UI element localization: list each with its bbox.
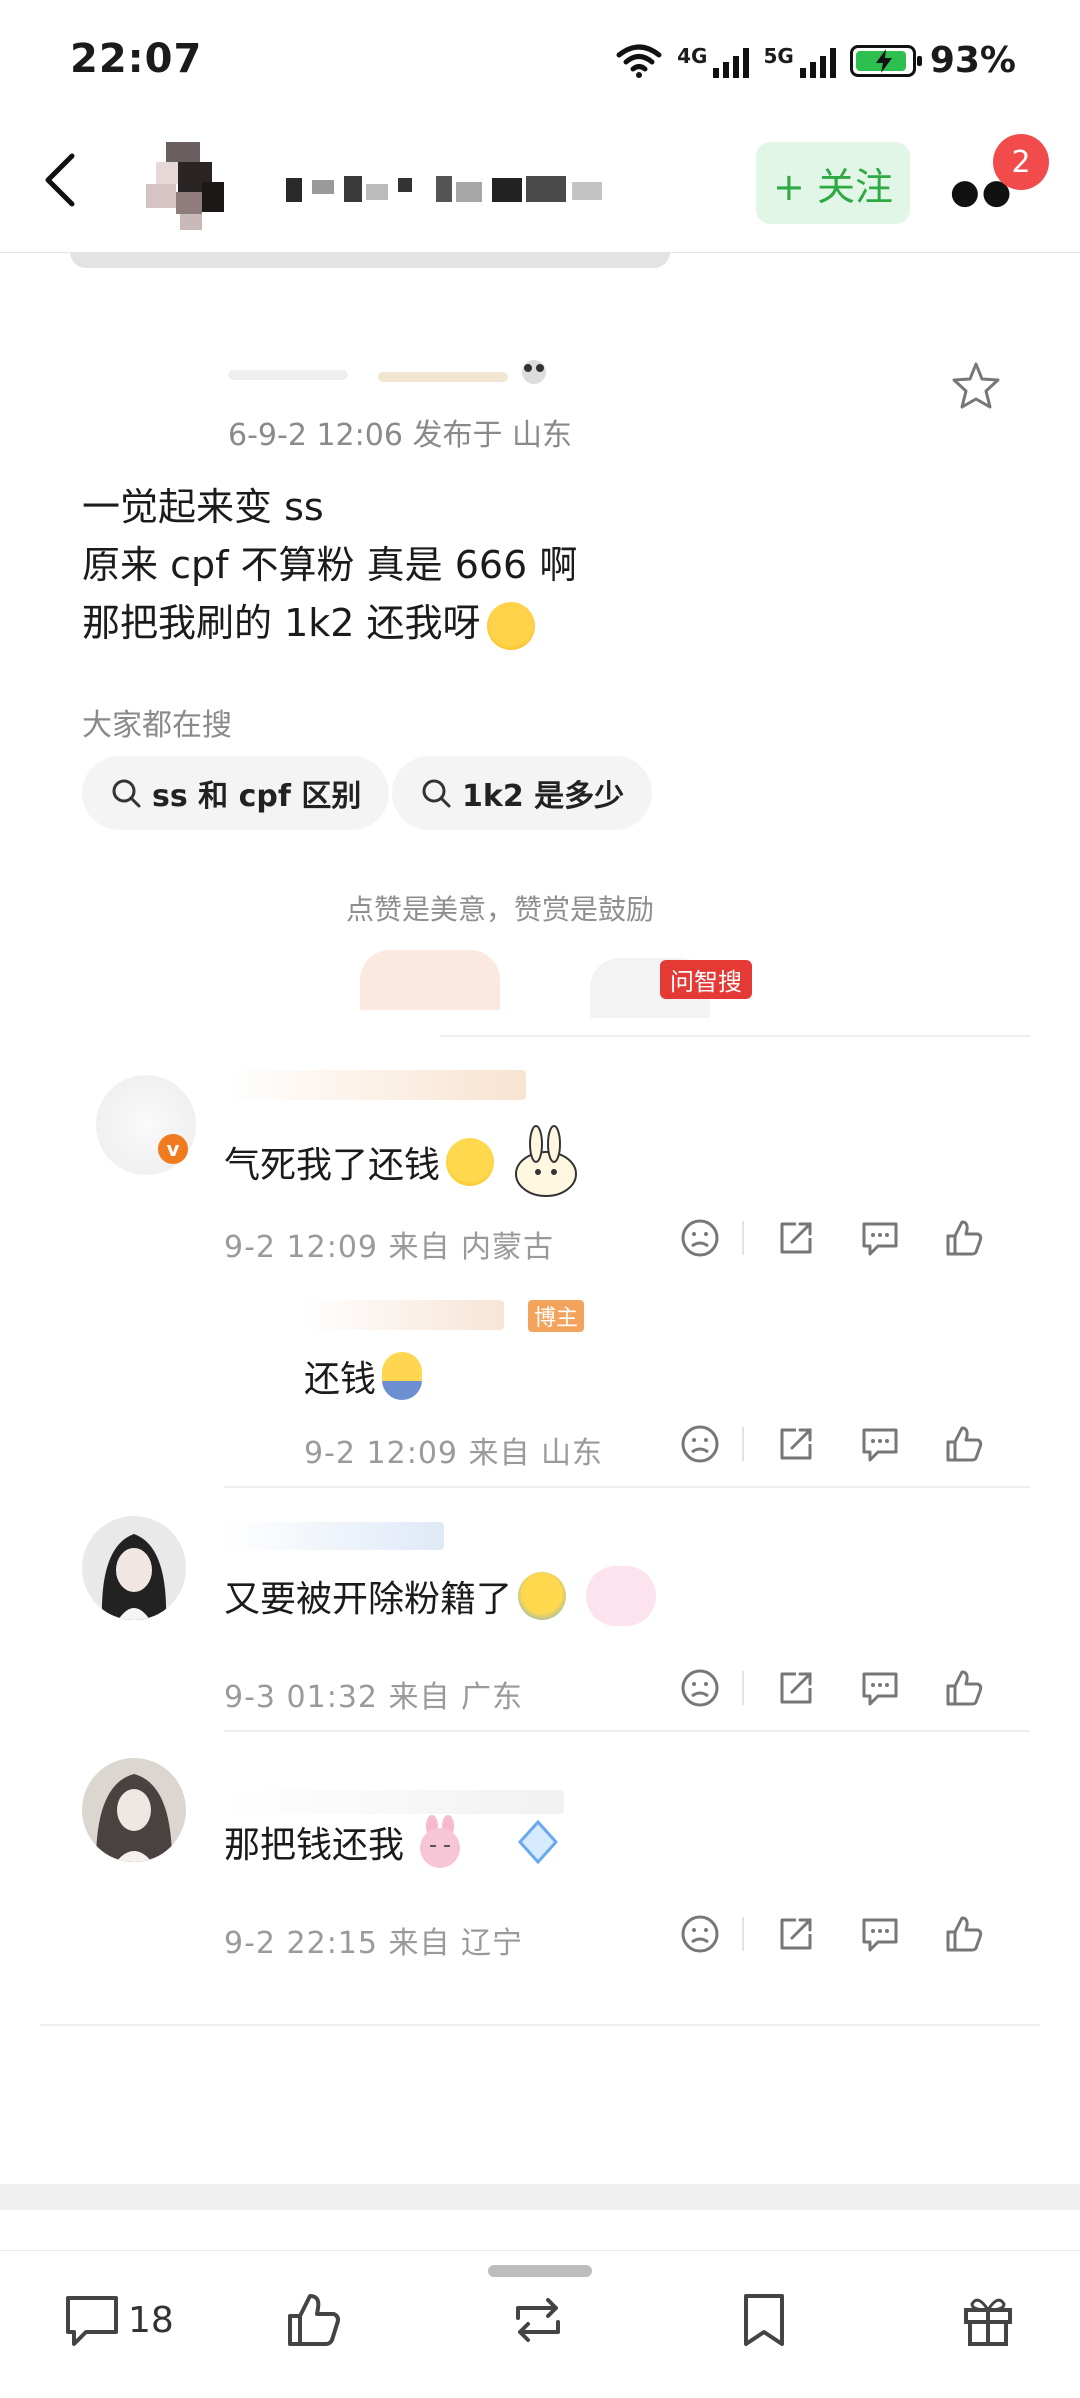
comment-content: 那把钱还我 <box>224 1812 568 1872</box>
follow-button[interactable]: + 关注 <box>756 142 910 224</box>
favorite-star-icon[interactable] <box>950 360 1002 412</box>
crying-sitting-emoji-icon <box>382 1352 423 1400</box>
search-chip[interactable]: ss 和 cpf 区别 <box>82 756 390 830</box>
pink-bunny-emoji-icon <box>420 1815 461 1868</box>
signal-4g-icon: 4G <box>677 44 750 78</box>
diamond-sticker-icon <box>517 1819 559 1865</box>
praise-text: 点赞是美意，赞赏是鼓励 <box>345 893 654 926</box>
comment-content: 气死我了还钱 <box>224 1122 586 1202</box>
like-icon[interactable] <box>942 1422 986 1466</box>
share-icon[interactable] <box>774 1666 818 1710</box>
like-icon[interactable] <box>942 1666 986 1710</box>
post-body: 一觉起来变 ss 原来 cpf 不算粉 真是 666 啊 那把我刷的 1k2 还… <box>82 478 982 652</box>
like-icon[interactable] <box>942 1912 986 1956</box>
dislike-icon[interactable] <box>678 1912 722 1956</box>
back-icon[interactable] <box>34 150 94 210</box>
comment-avatar[interactable] <box>82 1758 186 1862</box>
ask-search-badge[interactable]: 问智搜 <box>660 960 752 999</box>
divider <box>224 1486 1030 1488</box>
comment-text: 又要被开除粉籍了 <box>224 1579 513 1620</box>
reply-icon[interactable] <box>858 1912 902 1956</box>
wifi-icon <box>616 44 662 78</box>
share-icon[interactable] <box>774 1912 818 1956</box>
dislike-icon[interactable] <box>678 1216 722 1260</box>
comment-actions <box>678 1912 986 1956</box>
comment-avatar[interactable] <box>82 1516 186 1620</box>
dislike-icon[interactable] <box>678 1666 722 1710</box>
divider <box>40 2024 1040 2026</box>
reply-author-faded <box>304 1300 504 1330</box>
like-icon[interactable] <box>942 1216 986 1260</box>
comment-icon[interactable] <box>62 2290 122 2350</box>
comment-author-faded <box>226 1070 526 1100</box>
comment-actions <box>678 1666 986 1710</box>
user-avatar[interactable] <box>146 142 236 230</box>
reply-text: 还钱 <box>304 1359 377 1400</box>
section-gap <box>0 2184 1080 2210</box>
reply-meta: 9-2 12:09 来自 山东 <box>304 1436 604 1471</box>
post-author-name[interactable] <box>228 360 548 386</box>
signal-5g-icon: 5G <box>763 44 836 78</box>
comment-text: 气死我了还钱 <box>224 1145 441 1186</box>
bunny-sticker-icon <box>515 1125 578 1197</box>
sweat-emoji-icon <box>446 1138 495 1186</box>
post-line: 一觉起来变 ss <box>82 485 324 529</box>
comment-author-faded <box>224 1522 444 1550</box>
search-chip[interactable]: 1k2 是多少 <box>392 756 653 830</box>
crying-emoji-icon <box>518 1572 567 1620</box>
user-name[interactable] <box>286 174 616 204</box>
laughing-emoji-icon <box>486 601 535 650</box>
bookmark-icon[interactable] <box>734 2290 794 2350</box>
post-meta: 6-9-2 12:06 发布于 山东 <box>228 418 572 453</box>
divider <box>224 1730 1030 1732</box>
comment-meta: 9-2 22:15 来自 辽宁 <box>224 1926 524 1961</box>
comment-content: 又要被开除粉籍了 <box>224 1566 657 1626</box>
status-time: 22:07 <box>70 36 203 82</box>
search-hint-label: 大家都在搜 <box>82 708 232 743</box>
blogger-badge: 博主 <box>528 1300 585 1332</box>
comment-actions <box>678 1216 986 1260</box>
melody-sticker-icon <box>586 1566 657 1626</box>
post-line: 原来 cpf 不算粉 真是 666 啊 <box>82 543 578 587</box>
search-icon <box>422 779 451 808</box>
reply-icon[interactable] <box>858 1216 902 1260</box>
comment-text: 那把钱还我 <box>224 1825 405 1866</box>
battery-icon <box>849 44 922 77</box>
reply-icon[interactable] <box>858 1422 902 1466</box>
nav-bar: + 关注 ●● 2 <box>0 120 1080 253</box>
battery-percent: 93% <box>929 40 1016 81</box>
search-icon <box>112 779 141 808</box>
gift-icon[interactable] <box>958 2290 1018 2350</box>
repost-icon[interactable] <box>508 2290 568 2350</box>
drag-handle[interactable] <box>488 2265 592 2277</box>
like-icon[interactable] <box>284 2290 344 2350</box>
post-line-with-emoji: 那把我刷的 1k2 还我呀 <box>82 594 982 652</box>
reward-buttons-faded <box>360 950 500 1010</box>
dislike-icon[interactable] <box>678 1422 722 1466</box>
reply-actions <box>678 1422 986 1466</box>
divider <box>440 1035 1030 1037</box>
comment-meta: 9-2 12:09 来自 内蒙古 <box>224 1230 555 1265</box>
status-indicators: 4G 5G 93% <box>615 40 1016 81</box>
share-icon[interactable] <box>774 1216 818 1260</box>
comment-meta: 9-3 01:32 来自 广东 <box>224 1680 524 1715</box>
comment-author-faded <box>224 1790 564 1814</box>
comment-count: 18 <box>128 2300 174 2341</box>
share-icon[interactable] <box>774 1422 818 1466</box>
reply-content: 还钱 <box>304 1350 423 1402</box>
reply-icon[interactable] <box>858 1666 902 1710</box>
notification-badge: 2 <box>993 134 1049 190</box>
verified-badge-icon: v <box>158 1134 188 1164</box>
header-shadow <box>70 252 670 268</box>
